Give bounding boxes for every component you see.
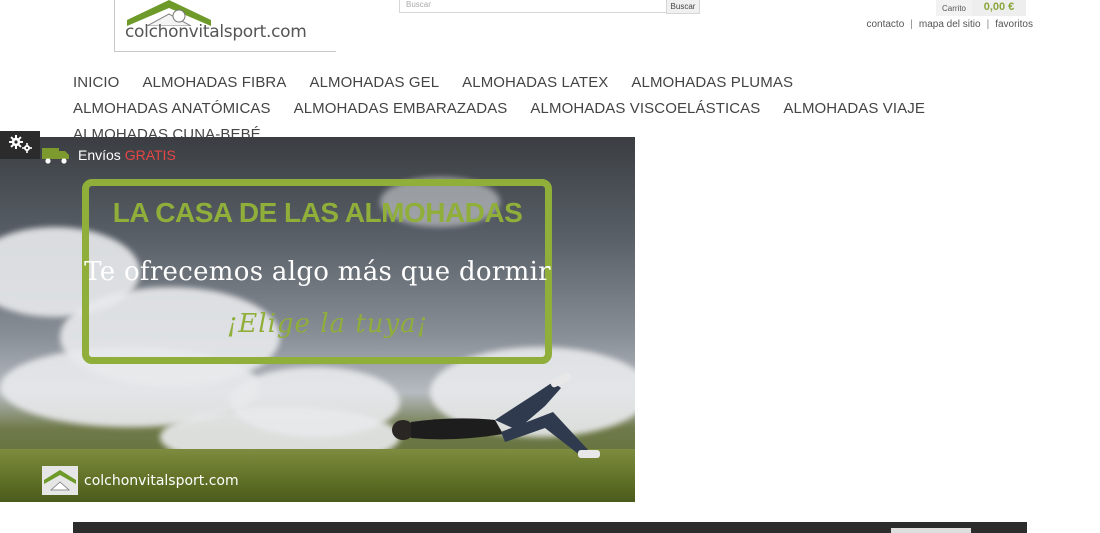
logo-text-part-a: colchon (125, 22, 189, 42)
nav-item-almohadas-viaje[interactable]: ALMOHADAS VIAJE (783, 99, 925, 118)
link-separator: | (910, 19, 913, 30)
nav-item-almohadas-anatomicas[interactable]: ALMOHADAS ANATÓMICAS (73, 99, 271, 118)
logo-text: colchonvitalsport.com (125, 22, 307, 42)
link-separator: | (986, 19, 990, 30)
link-mapa-del-sitio[interactable]: mapa del sitio (919, 19, 981, 30)
shipping-text: Envíos (78, 147, 121, 163)
free-shipping-badge: Envíos GRATIS (42, 146, 176, 164)
main-nav: INICIO ALMOHADAS FIBRA ALMOHADAS GEL ALM… (73, 73, 993, 144)
banner-logo: colchonvitalsport.com (42, 466, 239, 495)
nav-item-almohadas-latex[interactable]: ALMOHADAS LATEX (462, 73, 608, 92)
banner-title: LA CASA DE LAS ALMOHADAS (112, 197, 523, 228)
banner-cta: ¡Elige la tuya¡ (226, 309, 429, 339)
link-favoritos[interactable]: favoritos (995, 19, 1033, 30)
nav-item-almohadas-fibra[interactable]: ALMOHADAS FIBRA (142, 73, 286, 92)
site-logo[interactable]: colchonvitalsport.com (114, 0, 336, 52)
house-logo-icon (42, 466, 78, 495)
logo-text-part-b: vitalsport.com (188, 22, 307, 42)
link-contacto[interactable]: contacto (866, 19, 904, 30)
gear-icon (9, 135, 32, 153)
shipping-highlight: GRATIS (124, 147, 176, 163)
hero-banner[interactable]: Envíos GRATIS LA CASA DE LAS ALMOHADAS T… (0, 137, 635, 502)
cart-total[interactable]: 0,00 € (972, 0, 1026, 16)
cart-label[interactable]: Carrito (936, 0, 972, 16)
search-button[interactable]: Buscar (666, 0, 700, 14)
content-tab[interactable] (891, 528, 971, 533)
nav-item-almohadas-gel[interactable]: ALMOHADAS GEL (309, 73, 439, 92)
banner-subtitle: Te ofrecemos algo más que dormir (84, 257, 551, 287)
nav-item-almohadas-plumas[interactable]: ALMOHADAS PLUMAS (631, 73, 793, 92)
nav-item-almohadas-embarazadas[interactable]: ALMOHADAS EMBARAZADAS (294, 99, 508, 118)
banner-logo-text: colchonvitalsport.com (84, 472, 239, 489)
nav-item-inicio[interactable]: INICIO (73, 73, 119, 92)
settings-toggle[interactable] (0, 131, 40, 159)
nav-item-almohadas-viscoelasticas[interactable]: ALMOHADAS VISCOELÁSTICAS (530, 99, 760, 118)
search-input[interactable]: Buscar (399, 0, 667, 13)
top-links: contacto | mapa del sitio | favoritos (866, 19, 1033, 30)
person-figure (392, 372, 600, 458)
truck-icon (42, 148, 69, 164)
content-bar (73, 522, 1027, 533)
